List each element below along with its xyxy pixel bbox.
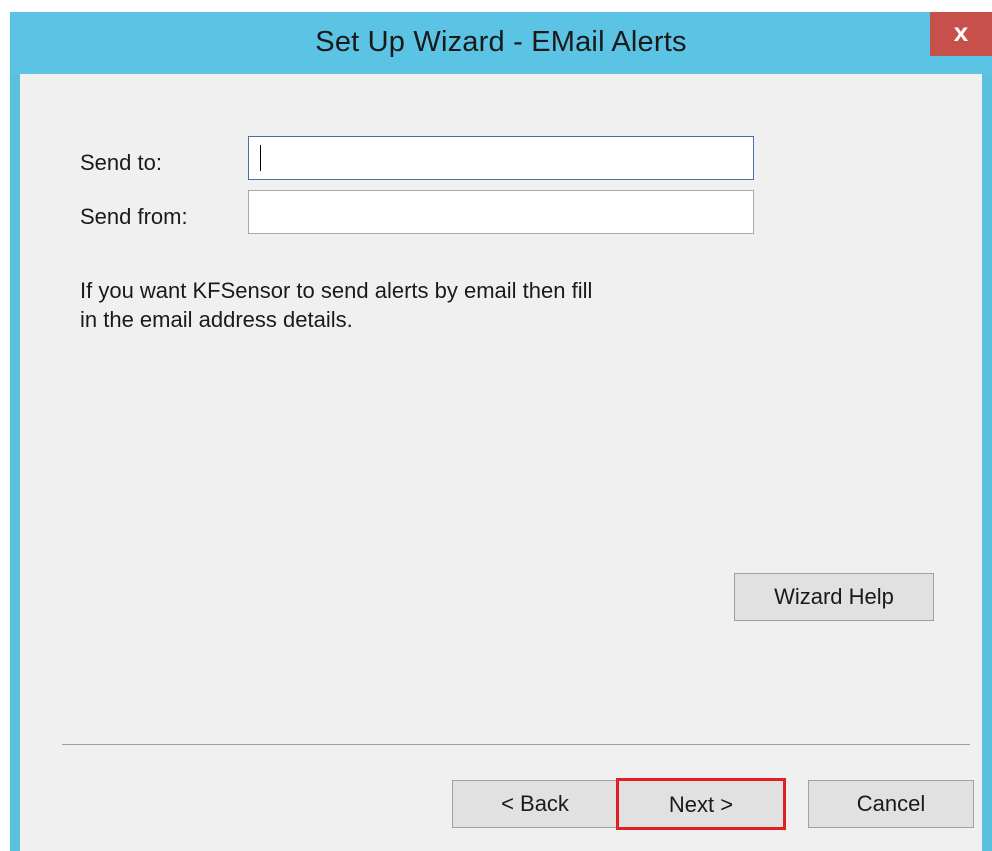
back-button[interactable]: < Back bbox=[452, 780, 618, 828]
window-title: Set Up Wizard - EMail Alerts bbox=[315, 26, 687, 58]
info-line-2: in the email address details. bbox=[80, 307, 353, 332]
send-from-input[interactable] bbox=[248, 190, 754, 234]
info-text: If you want KFSensor to send alerts by e… bbox=[80, 276, 592, 334]
close-button[interactable]: x bbox=[930, 12, 992, 56]
text-caret bbox=[260, 145, 261, 171]
title-bar: Set Up Wizard - EMail Alerts x bbox=[10, 12, 992, 74]
send-to-label: Send to: bbox=[80, 150, 162, 175]
send-from-label: Send from: bbox=[80, 204, 188, 229]
wizard-help-button[interactable]: Wizard Help bbox=[734, 573, 934, 621]
send-to-input[interactable] bbox=[248, 136, 754, 180]
footer-divider bbox=[62, 744, 970, 745]
next-button[interactable]: Next > bbox=[616, 778, 786, 830]
cancel-button[interactable]: Cancel bbox=[808, 780, 974, 828]
wizard-window: Set Up Wizard - EMail Alerts x Send to: … bbox=[10, 12, 992, 851]
info-line-1: If you want KFSensor to send alerts by e… bbox=[80, 278, 593, 303]
